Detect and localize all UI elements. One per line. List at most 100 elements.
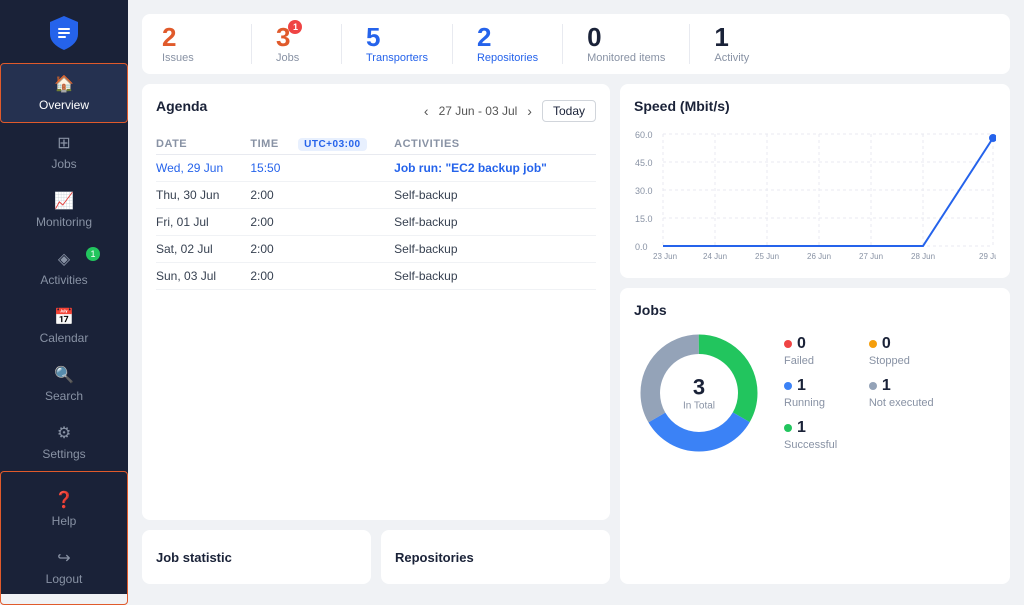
sidebar-item-label: Monitoring <box>36 215 92 229</box>
jobs-icon: ⊞ <box>57 133 70 153</box>
stat-issues-number: 2 <box>162 24 176 50</box>
stopped-dot <box>869 340 877 348</box>
help-icon: ❓ <box>54 490 74 510</box>
sidebar-item-calendar[interactable]: 📅 Calendar <box>0 297 128 355</box>
right-panel: Speed (Mbit/s) 60.0 45.0 30.0 15.0 0.0 <box>620 84 1010 584</box>
stat-jobs-number: 3 1 <box>276 24 290 50</box>
row-activity: Job run: "EC2 backup job" <box>394 155 596 182</box>
sidebar-item-label: Activities <box>40 273 87 287</box>
bottom-row: Job statistic Repositories <box>142 530 610 584</box>
running-count: 1 <box>797 377 806 395</box>
sidebar-item-label: Jobs <box>51 157 76 171</box>
row-time: 2:00 <box>250 209 298 236</box>
row-date: Thu, 30 Jun <box>156 182 250 209</box>
repositories-title: Repositories <box>395 550 474 565</box>
svg-text:25 Jun: 25 Jun <box>755 252 779 261</box>
sidebar-item-label: Overview <box>39 98 89 112</box>
job-statistic-card: Job statistic <box>142 530 371 584</box>
sidebar-item-overview[interactable]: 🏠 Overview <box>0 63 128 123</box>
stat-repositories-label: Repositories <box>477 52 538 64</box>
row-date: Wed, 29 Jun <box>156 155 250 182</box>
stat-jobs-label: Jobs <box>276 52 299 64</box>
utc-badge: UTC+03:00 <box>298 138 366 151</box>
stat-monitored-number: 0 <box>587 24 601 50</box>
stat-issues-label: Issues <box>162 52 194 64</box>
svg-text:60.0: 60.0 <box>635 130 653 140</box>
svg-text:28 Jun: 28 Jun <box>911 252 935 261</box>
stat-issues: 2 Issues <box>162 24 252 64</box>
failed-label: Failed <box>784 355 849 367</box>
table-row: Wed, 29 Jun 15:50 Job run: "EC2 backup j… <box>156 155 596 182</box>
row-utc <box>298 182 394 209</box>
donut-chart: 3 In Total <box>634 328 764 458</box>
sidebar-item-logout[interactable]: ↪ Logout <box>1 538 127 596</box>
sidebar-item-label: Help <box>52 514 77 528</box>
main-content: 2 Issues 3 1 Jobs 5 Transporters 2 Repos… <box>128 0 1024 594</box>
svg-text:15.0: 15.0 <box>635 214 653 224</box>
stat-repositories-number: 2 <box>477 24 491 50</box>
stat-activity: 1 Activity <box>690 24 780 64</box>
monitoring-icon: 📈 <box>54 191 74 211</box>
sidebar-item-settings[interactable]: ⚙ Settings <box>0 413 128 471</box>
sidebar-bottom: ❓ Help ↪ Logout <box>0 471 128 605</box>
row-date: Sat, 02 Jul <box>156 236 250 263</box>
col-date: DATE <box>156 134 250 155</box>
agenda-header: Agenda ‹ 27 Jun - 03 Jul › Today <box>156 98 596 124</box>
stat-transporters-number: 5 <box>366 24 380 50</box>
stat-monitored: 0 Monitored items <box>563 24 690 64</box>
row-activity: Self-backup <box>394 182 596 209</box>
legend-failed: 0 Failed <box>784 335 849 367</box>
donut-total: 3 <box>683 375 715 401</box>
row-utc <box>298 209 394 236</box>
stat-repositories: 2 Repositories <box>453 24 563 64</box>
agenda-card: Agenda ‹ 27 Jun - 03 Jul › Today DATE TI… <box>142 84 610 520</box>
jobs-legend: 0 Failed 0 Stopped <box>784 335 934 451</box>
jobs-card: Jobs <box>620 288 1010 584</box>
job-statistic-title: Job statistic <box>156 550 232 565</box>
running-dot <box>784 382 792 390</box>
row-time: 15:50 <box>250 155 298 182</box>
agenda-date-range: 27 Jun - 03 Jul <box>439 104 518 118</box>
donut-label: 3 In Total <box>683 375 715 412</box>
sidebar-item-search[interactable]: 🔍 Search <box>0 355 128 413</box>
col-activities: ACTIVITIES <box>394 134 596 155</box>
agenda-prev-button[interactable]: ‹ <box>420 101 433 121</box>
running-label: Running <box>784 397 849 409</box>
sidebar-item-help[interactable]: ❓ Help <box>1 480 127 538</box>
failed-dot <box>784 340 792 348</box>
stat-activity-number: 1 <box>714 24 728 50</box>
row-time: 2:00 <box>250 182 298 209</box>
calendar-icon: 📅 <box>54 307 74 327</box>
row-activity: Self-backup <box>394 263 596 290</box>
sidebar-item-activities[interactable]: 1 ◈ Activities <box>0 239 128 297</box>
successful-label: Successful <box>784 439 849 451</box>
left-panel: Agenda ‹ 27 Jun - 03 Jul › Today DATE TI… <box>142 84 610 584</box>
stat-transporters: 5 Transporters <box>342 24 453 64</box>
speed-chart-card: Speed (Mbit/s) 60.0 45.0 30.0 15.0 0.0 <box>620 84 1010 278</box>
table-row: Sat, 02 Jul 2:00 Self-backup <box>156 236 596 263</box>
sidebar-item-label: Calendar <box>40 331 89 345</box>
row-time: 2:00 <box>250 236 298 263</box>
table-row: Sun, 03 Jul 2:00 Self-backup <box>156 263 596 290</box>
col-utc: UTC+03:00 <box>298 134 394 155</box>
row-utc <box>298 155 394 182</box>
sidebar-item-jobs[interactable]: ⊞ Jobs <box>0 123 128 181</box>
svg-text:23 Jun: 23 Jun <box>653 252 677 261</box>
row-activity: Self-backup <box>394 236 596 263</box>
sidebar-item-monitoring[interactable]: 📈 Monitoring <box>0 181 128 239</box>
home-icon: 🏠 <box>54 74 74 94</box>
svg-text:24 Jun: 24 Jun <box>703 252 727 261</box>
table-row: Fri, 01 Jul 2:00 Self-backup <box>156 209 596 236</box>
agenda-title: Agenda <box>156 98 207 114</box>
agenda-next-button[interactable]: › <box>523 101 536 121</box>
logout-icon: ↪ <box>57 548 70 568</box>
svg-text:45.0: 45.0 <box>635 158 653 168</box>
svg-text:26 Jun: 26 Jun <box>807 252 831 261</box>
svg-text:27 Jun: 27 Jun <box>859 252 883 261</box>
jobs-badge: 1 <box>288 20 302 34</box>
svg-text:30.0: 30.0 <box>635 186 653 196</box>
sidebar: 🏠 Overview ⊞ Jobs 📈 Monitoring 1 ◈ Activ… <box>0 0 128 594</box>
successful-dot <box>784 424 792 432</box>
agenda-today-button[interactable]: Today <box>542 100 596 122</box>
successful-count: 1 <box>797 419 806 437</box>
